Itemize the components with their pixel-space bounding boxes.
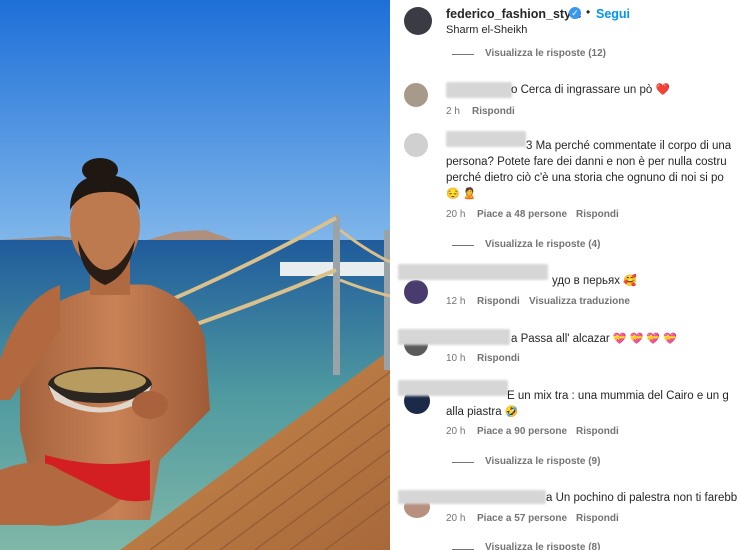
view-replies-line (452, 54, 474, 55)
comment-time: 2 h (446, 106, 460, 117)
reply-button[interactable]: Rispondi (477, 296, 520, 307)
author-username[interactable]: federico_fashion_style (446, 7, 581, 21)
commenter-username-blurred[interactable] (398, 490, 546, 504)
likes-count[interactable]: Piace a 48 persone (477, 209, 567, 220)
comment-text: a Un pochino di palestra non ti farebb (546, 492, 738, 504)
reply-button[interactable]: Rispondi (576, 513, 619, 524)
commenter-username-blurred[interactable] (398, 264, 548, 280)
comment-text: a Passa all' alcazar 💝 💝 💝 💝 (511, 333, 677, 345)
reply-button[interactable]: Rispondi (576, 426, 619, 437)
view-replies-link[interactable]: Visualizza le risposte (8) (485, 542, 600, 550)
view-replies-link[interactable]: Visualizza le risposte (9) (485, 456, 600, 467)
reply-button[interactable]: Rispondi (472, 106, 515, 117)
comment-text-line-3: perché dietro ciò c'è una storia che ogn… (446, 172, 724, 184)
comment-text-line-2: alla piastra 🤣 (446, 406, 519, 418)
post-photo[interactable] (0, 0, 390, 550)
post-image (0, 0, 390, 550)
comment-time: 20 h (446, 426, 466, 437)
commenter-username-blurred[interactable] (398, 380, 508, 396)
comment-text-line-1: E un mix tra : una mummia del Cairo e un… (507, 390, 729, 402)
commenter-avatar[interactable] (404, 280, 428, 304)
commenter-username-blurred[interactable] (446, 131, 526, 147)
commenter-username-blurred[interactable] (398, 329, 510, 345)
view-replies-link[interactable]: Visualizza le risposte (4) (485, 239, 600, 250)
comment-time: 20 h (446, 513, 466, 524)
view-replies-line (452, 245, 474, 246)
comment-emoji: 😔 🙎 (446, 188, 477, 200)
comment-time: 12 h (446, 296, 466, 307)
reply-button[interactable]: Rispondi (576, 209, 619, 220)
post-location[interactable]: Sharm el-Sheikh (446, 24, 527, 36)
view-replies-line (452, 462, 474, 463)
comment-time: 20 h (446, 209, 466, 220)
separator-dot: • (586, 5, 591, 19)
comment-text: o Cerca di ingrassare un pò ❤️ (511, 84, 670, 96)
comments-panel: Visualizza le risposte (12) federico_fas… (390, 0, 740, 550)
follow-button[interactable]: Segui (596, 7, 630, 21)
comment-time: 10 h (446, 353, 466, 364)
post-header: federico_fashion_style ✓ • Segui Sharm e… (390, 0, 740, 46)
commenter-username-blurred[interactable] (446, 82, 512, 98)
comment-text: удо в перьях 🥰 (552, 275, 637, 287)
commenter-avatar[interactable] (404, 133, 428, 157)
comment-text-line-2: persona? Potete fare dei danni e non è p… (446, 156, 727, 168)
verified-badge-icon: ✓ (569, 7, 581, 19)
commenter-avatar[interactable] (404, 83, 428, 107)
reply-button[interactable]: Rispondi (477, 353, 520, 364)
author-avatar[interactable] (404, 7, 432, 35)
view-replies-link[interactable]: Visualizza le risposte (12) (485, 48, 606, 59)
comment-text-line-1: 3 Ma perché commentate il corpo di una (526, 140, 732, 152)
translate-button[interactable]: Visualizza traduzione (529, 296, 630, 307)
likes-count[interactable]: Piace a 90 persone (477, 426, 567, 437)
likes-count[interactable]: Piace a 57 persone (477, 513, 567, 524)
